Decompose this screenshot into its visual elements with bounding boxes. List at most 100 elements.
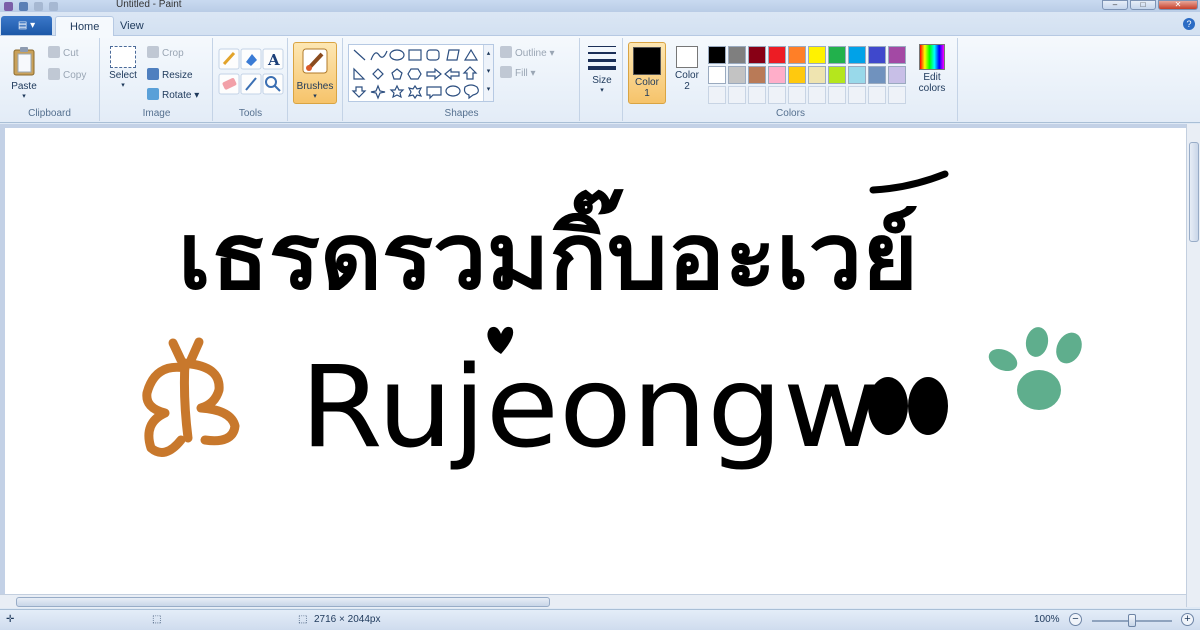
horizontal-scroll-thumb[interactable] <box>16 597 550 607</box>
image-group-label: Image <box>142 108 171 119</box>
color1-button[interactable]: Color 1 <box>628 42 666 104</box>
tools-palette[interactable]: A <box>218 48 284 96</box>
palette-swatch[interactable] <box>868 66 886 84</box>
window-title: Untitled - Paint <box>116 0 182 10</box>
palette-swatch[interactable] <box>808 66 826 84</box>
help-icon[interactable]: ? <box>1183 18 1195 30</box>
vertical-scrollbar[interactable] <box>1186 124 1200 607</box>
palette-swatch[interactable] <box>888 66 906 84</box>
palette-swatch[interactable] <box>868 46 886 64</box>
zoom-out-button[interactable]: − <box>1069 613 1082 626</box>
palette-swatch[interactable] <box>728 66 746 84</box>
palette-swatch[interactable] <box>768 46 786 64</box>
palette-swatch[interactable] <box>768 66 786 84</box>
brushes-button[interactable]: Brushes ▾ <box>293 42 337 104</box>
shapes-group-label: Shapes <box>444 108 479 119</box>
paste-button[interactable]: Paste ▾ <box>6 46 42 100</box>
crop-icon <box>147 46 159 58</box>
zoom-level: 100% <box>1034 614 1060 625</box>
custom-color-slot[interactable] <box>848 86 866 104</box>
custom-color-slot[interactable] <box>868 86 886 104</box>
size-button[interactable]: Size ▾ <box>583 44 621 94</box>
brush-icon <box>302 48 328 74</box>
custom-color-slot[interactable] <box>708 86 726 104</box>
custom-color-slot[interactable] <box>748 86 766 104</box>
rotate-button[interactable]: Rotate ▾ <box>147 88 199 101</box>
shapes-gallery[interactable]: ▴ ▾ ▾ <box>348 44 494 102</box>
copy-button[interactable]: Copy <box>48 68 86 81</box>
colors-group: Color 1 Color 2 Edit colors Colors <box>624 38 958 121</box>
palette-swatch[interactable] <box>888 46 906 64</box>
zoom-in-button[interactable]: + <box>1181 613 1194 626</box>
color-spectrum-icon <box>919 44 945 70</box>
undo-icon[interactable] <box>34 1 43 11</box>
clipboard-icon <box>13 47 35 76</box>
palette-swatch[interactable] <box>788 66 806 84</box>
palette-swatch[interactable] <box>828 46 846 64</box>
tab-view[interactable]: View <box>106 16 158 37</box>
paint-app-icon <box>4 1 13 11</box>
palette-swatch[interactable] <box>748 46 766 64</box>
palette-swatch[interactable] <box>748 66 766 84</box>
title-bar: Untitled - Paint – □ ✕ <box>0 0 1200 12</box>
clipboard-group: Paste ▾ Cut Copy Clipboard <box>0 38 100 121</box>
palette-swatch[interactable] <box>848 46 866 64</box>
custom-color-slot[interactable] <box>768 86 786 104</box>
selection-icon <box>110 46 136 68</box>
redo-icon[interactable] <box>49 1 58 11</box>
palette-swatch[interactable] <box>708 46 726 64</box>
crop-button[interactable]: Crop <box>147 46 184 59</box>
palette-swatch[interactable] <box>828 66 846 84</box>
custom-color-slot[interactable] <box>888 86 906 104</box>
color2-swatch <box>676 46 698 68</box>
maximize-button[interactable]: □ <box>1130 0 1156 10</box>
butterfly-doodle <box>142 337 240 457</box>
horizontal-scrollbar[interactable] <box>0 594 1186 608</box>
name-handwriting: Rujeongw <box>300 326 948 473</box>
cut-button[interactable]: Cut <box>48 46 79 59</box>
thai-tone-stroke <box>869 170 949 194</box>
ribbon: Paste ▾ Cut Copy Clipboard Select ▾ Crop… <box>0 36 1200 123</box>
fill-button[interactable]: Fill ▾ <box>500 66 536 79</box>
palette-swatch[interactable] <box>728 46 746 64</box>
palette-swatch[interactable] <box>788 46 806 64</box>
thai-handwriting: เธรดรวมกิ๊บอะเวย์ <box>178 189 918 310</box>
palette-swatch[interactable] <box>708 66 726 84</box>
color1-swatch <box>633 47 661 75</box>
custom-color-slot[interactable] <box>808 86 826 104</box>
line-size-icon <box>588 46 616 70</box>
palette-swatch[interactable] <box>848 66 866 84</box>
color2-button[interactable]: Color 2 <box>670 46 704 92</box>
status-bar: ✛ ⬚ ⬚ 2716 × 2044px 100% − + <box>0 609 1200 630</box>
selection-size-icon: ⬚ <box>152 614 162 625</box>
outline-icon <box>500 46 512 58</box>
palette-swatch[interactable] <box>808 46 826 64</box>
image-group: Select ▾ Crop Resize Rotate ▾ Image <box>101 38 213 121</box>
filled-o-2 <box>908 377 948 435</box>
custom-color-slot[interactable] <box>828 86 846 104</box>
rotate-icon <box>147 88 159 100</box>
shapes-group: ▴ ▾ ▾ Outline ▾ Fill ▾ Shapes <box>344 38 580 121</box>
size-group: Size ▾ <box>581 38 623 121</box>
minimize-button[interactable]: – <box>1102 0 1128 10</box>
edit-colors-button[interactable]: Edit colors <box>914 44 950 94</box>
vertical-scroll-thumb[interactable] <box>1189 142 1199 242</box>
outline-button[interactable]: Outline ▾ <box>500 46 555 59</box>
custom-color-slot[interactable] <box>788 86 806 104</box>
drawing-canvas[interactable]: เธรดรวมกิ๊บอะเวย์ Rujeongw <box>5 128 1186 598</box>
close-button[interactable]: ✕ <box>1158 0 1198 10</box>
zoom-slider-knob[interactable] <box>1128 614 1136 627</box>
colors-group-label: Colors <box>776 108 805 119</box>
save-icon[interactable] <box>19 1 28 11</box>
image-dimensions: 2716 × 2044px <box>314 614 381 625</box>
resize-button[interactable]: Resize <box>147 68 193 81</box>
clipboard-group-label: Clipboard <box>28 108 71 119</box>
custom-color-slot[interactable] <box>728 86 746 104</box>
svg-text:Rujeongw: Rujeongw <box>300 343 880 473</box>
scissors-icon <box>48 46 60 58</box>
copy-icon <box>48 68 60 80</box>
canvas-area: เธรดรวมกิ๊บอะเวย์ Rujeongw <box>0 124 1200 607</box>
paw-print-doodle <box>988 327 1082 410</box>
select-button[interactable]: Select ▾ <box>107 46 139 89</box>
paint-menu-button[interactable]: ▤ ▾ <box>1 16 52 35</box>
